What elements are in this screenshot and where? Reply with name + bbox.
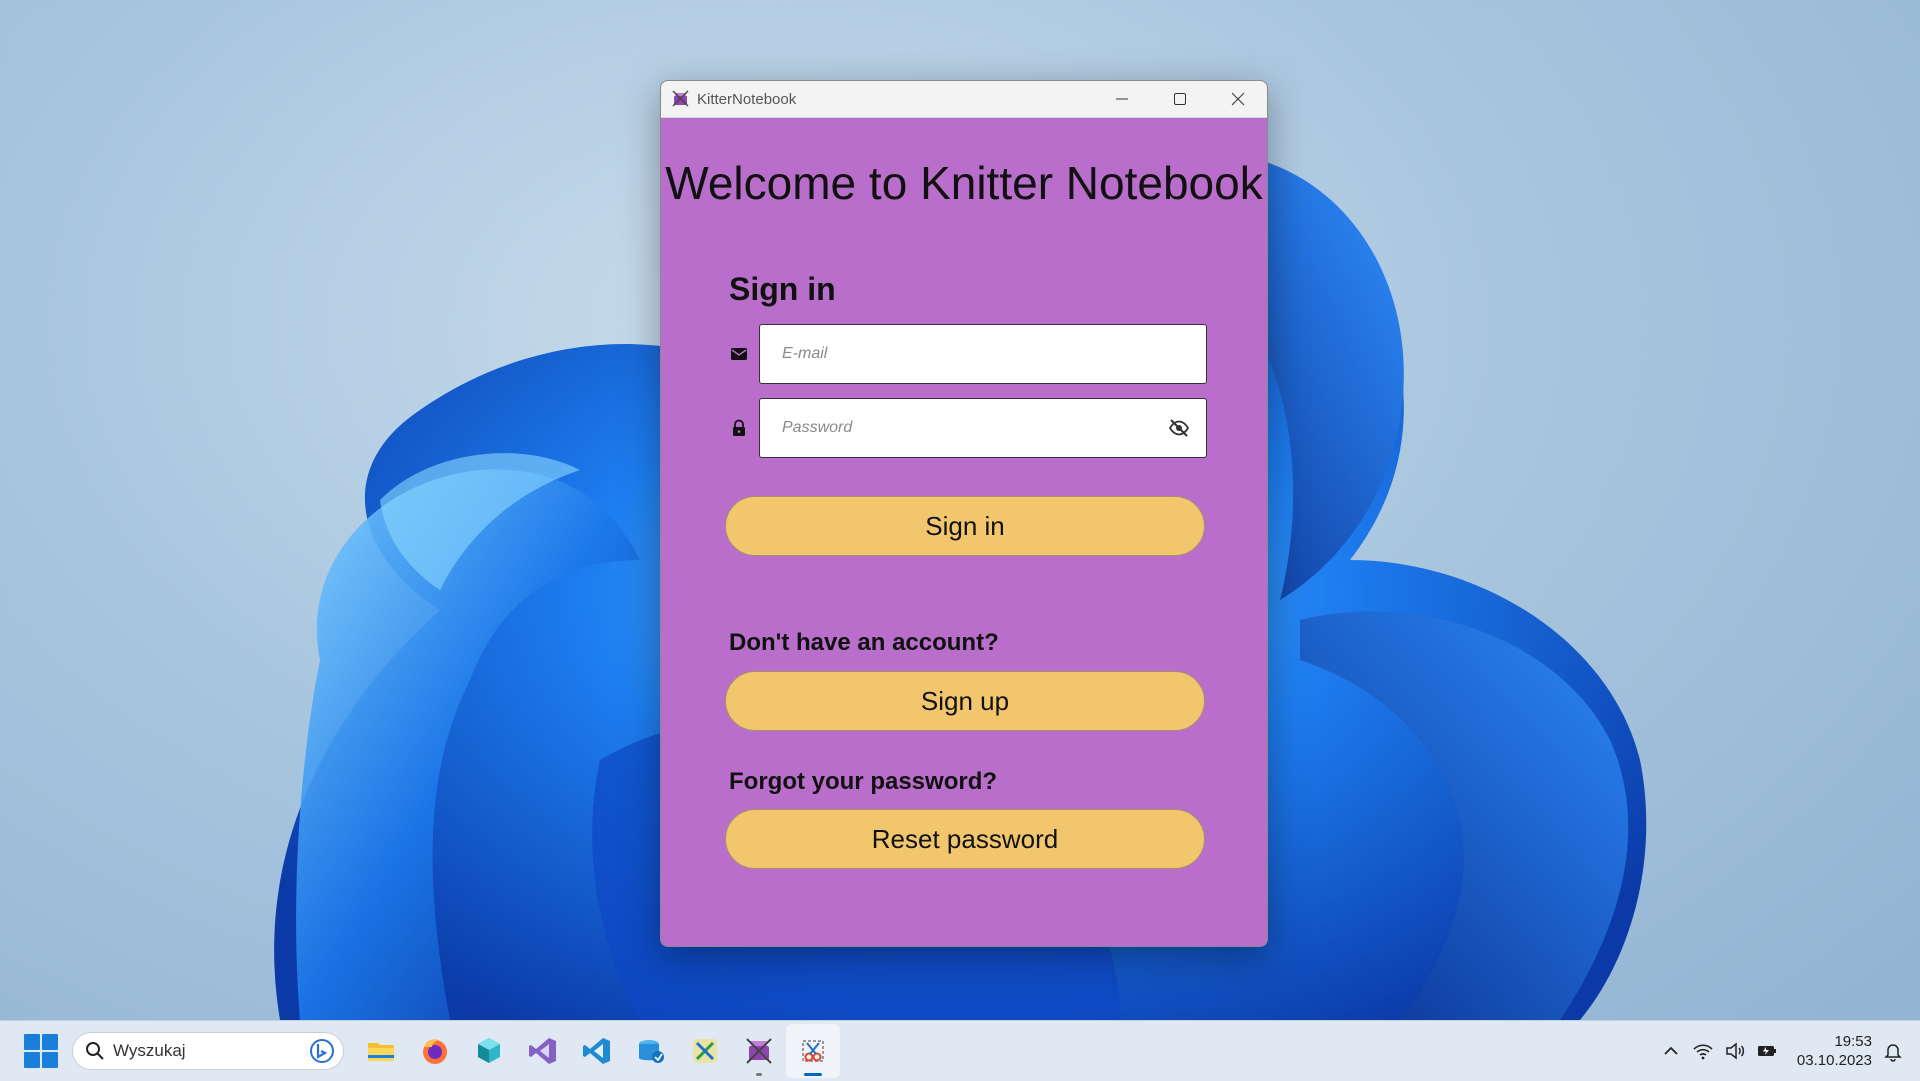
no-account-text: Don't have an account? [729,629,999,656]
running-indicator [756,1073,762,1076]
app-window: KitterNotebook Welcome to Knitter Notebo… [660,80,1268,947]
eye-off-icon[interactable] [1168,417,1190,439]
close-button[interactable] [1209,81,1267,117]
welcome-heading: Welcome to Knitter Notebook [665,157,1263,209]
password-row: Password [729,397,1207,459]
snipping-tool-icon[interactable] [786,1024,840,1078]
signin-heading: Sign in [729,271,836,307]
minimize-button[interactable] [1093,81,1151,117]
reset-password-button[interactable]: Reset password [725,809,1205,869]
file-explorer-icon[interactable] [354,1024,408,1078]
volume-icon[interactable] [1724,1040,1746,1062]
close-icon [1231,92,1245,106]
lock-icon [729,418,749,438]
signin-button[interactable]: Sign in [725,496,1205,556]
tool-app-icon[interactable] [678,1024,732,1078]
knitter-app-icon [672,90,689,107]
bing-icon[interactable] [309,1038,335,1064]
minimize-icon [1116,98,1128,100]
start-button[interactable] [24,1034,58,1068]
title-bar[interactable]: KitterNotebook [661,81,1267,118]
windows-logo-tile [42,1052,58,1068]
battery-charging-icon[interactable] [1756,1040,1778,1062]
windows-logo-tile [42,1034,58,1050]
taskbar-search[interactable]: Wyszukaj [72,1032,344,1070]
notification-bell-icon[interactable] [1882,1040,1904,1062]
clock[interactable]: 19:53 03.10.2023 [1797,1032,1872,1070]
search-icon [86,1042,104,1060]
clock-date: 03.10.2023 [1796,1052,1872,1069]
active-indicator [804,1073,822,1076]
signup-button[interactable]: Sign up [725,671,1205,731]
email-field[interactable]: E-mail [759,324,1207,384]
email-row: E-mail [729,323,1207,385]
taskbar: Wyszukaj 19:53 03.10.2023 [0,1020,1920,1081]
vscode-icon[interactable] [570,1024,624,1078]
email-placeholder: E-mail [782,345,828,362]
visual-studio-icon[interactable] [516,1024,570,1078]
forgot-password-text: Forgot your password? [729,768,998,795]
azure-data-studio-icon[interactable] [624,1024,678,1078]
envelope-icon [729,344,749,364]
password-field[interactable]: Password [759,398,1207,458]
window-title: KitterNotebook [697,90,797,108]
password-placeholder: Password [782,419,853,436]
clock-time: 19:53 [1834,1033,1872,1050]
cubes-app-icon[interactable] [462,1024,516,1078]
chevron-up-icon[interactable] [1660,1040,1682,1062]
maximize-icon [1174,93,1186,105]
search-placeholder: Wyszukaj [113,1041,186,1060]
wifi-icon[interactable] [1692,1040,1714,1062]
knitter-notebook-icon[interactable] [732,1024,786,1078]
system-tray: 19:53 03.10.2023 [1655,1021,1920,1081]
firefox-icon[interactable] [408,1024,462,1078]
windows-logo-tile [24,1052,40,1068]
windows-logo-tile [24,1034,40,1050]
maximize-button[interactable] [1151,81,1209,117]
login-content: Welcome to Knitter Notebook Sign in E-ma… [661,118,1267,946]
